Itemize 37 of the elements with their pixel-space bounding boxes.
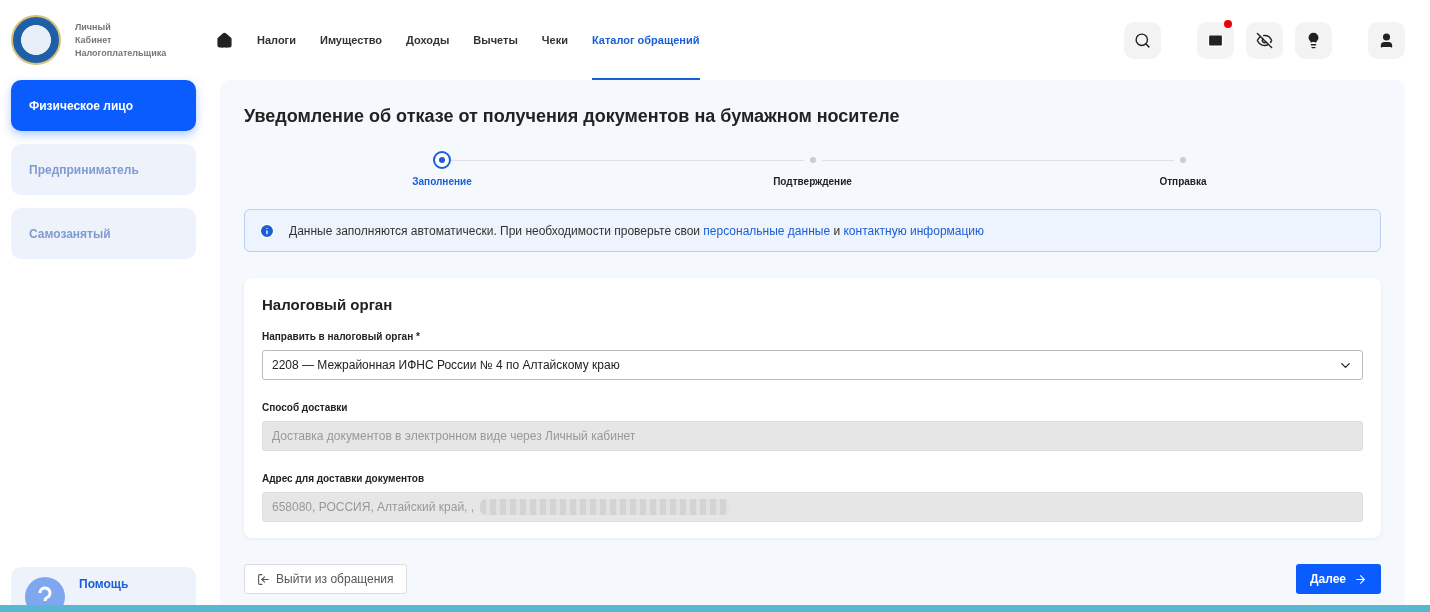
eye-off-icon [1256, 31, 1273, 49]
page-title: Уведомление об отказе от получения документов на бумажном носителе [244, 106, 901, 127]
nav-tab[interactable]: Налоги [257, 0, 296, 80]
eye-off-button[interactable] [1246, 21, 1283, 59]
next-button[interactable]: Далее [1295, 564, 1381, 594]
card-title: Налоговый орган [262, 296, 394, 313]
arrow-right-icon [1354, 572, 1367, 586]
exit-icon [257, 572, 270, 586]
step-label: Подтверждение [773, 176, 852, 187]
contact-info-link[interactable]: контактную информацию [843, 223, 985, 238]
nav-tab[interactable]: Доходы [406, 0, 450, 80]
user-icon [1378, 31, 1395, 49]
mail-button[interactable] [1197, 21, 1234, 59]
home-icon[interactable] [216, 31, 233, 49]
nav-tab[interactable]: Чеки [541, 0, 568, 80]
select-field[interactable]: 2208 — Межрайонная ИФНС России № 4 по Алтайскому краю [262, 350, 1363, 380]
question-icon [25, 577, 65, 605]
exit-button[interactable]: Выйти из обращения [244, 564, 407, 594]
field-label: Направить в налоговый орган * [262, 331, 421, 342]
emblem-logo [11, 15, 61, 65]
info-icon [259, 222, 275, 239]
brand-name: Личный Кабинет Налогоплательщика [75, 20, 167, 60]
search-icon [1134, 31, 1151, 49]
step-label: Заполнение [412, 176, 472, 187]
field-label: Способ доставки [262, 402, 349, 413]
profile-button[interactable] [1368, 21, 1405, 59]
personal-data-link[interactable]: персональные данные [703, 223, 831, 238]
info-text: Данные заполняются автоматически. При необходимости проверьте свои персональные данные и контактную информацию [289, 223, 985, 238]
search-button[interactable] [1124, 21, 1161, 59]
sidebar-item[interactable]: Физическое лицо [11, 80, 196, 131]
help-card[interactable]: Помощь [11, 567, 196, 605]
nav-tab[interactable]: Вычеты [473, 0, 518, 80]
lightbulb-button[interactable] [1295, 21, 1332, 59]
step-label: Отправка [1159, 176, 1207, 187]
field-label: Адрес для доставки документов [262, 473, 426, 484]
nav-tab[interactable]: Имущество [319, 0, 383, 80]
help-title: Помощь [79, 577, 129, 591]
